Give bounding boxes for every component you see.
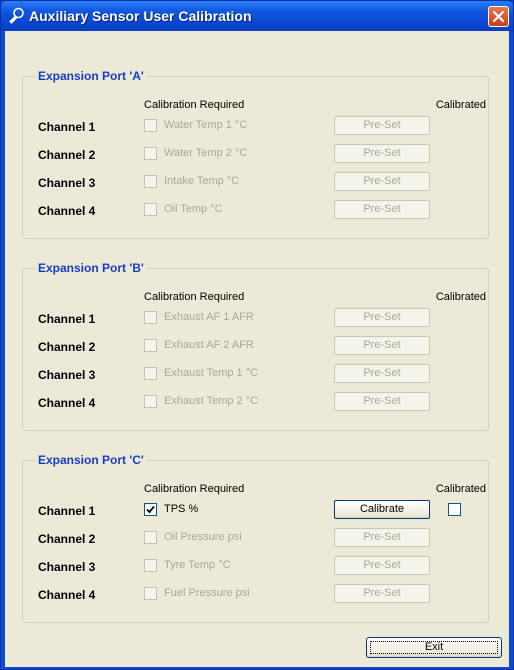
sensor-label: Water Temp 2 °C [164,147,248,159]
channel-row: Channel 2 Water Temp 2 °C Pre-Set [23,143,488,165]
channel-row: Channel 4 Oil Temp °C Pre-Set [23,199,488,221]
calibration-required-checkbox [144,531,157,544]
channel-row: Channel 3 Tyre Temp °C Pre-Set [23,555,488,577]
channel-label: Channel 1 [38,312,96,326]
sensor-label: Exhaust Temp 2 °C [164,395,259,407]
title-bar[interactable]: Auxiliary Sensor User Calibration [1,1,513,31]
channel-label: Channel 3 [38,560,96,574]
calibration-required-checkbox [144,119,157,132]
preset-button: Pre-Set [334,364,430,383]
channel-row: Channel 4 Fuel Pressure psi Pre-Set [23,583,488,605]
channel-row: Channel 1 Exhaust AF 1 AFR Pre-Set [23,307,488,329]
calibration-required-header: Calibration Required [144,483,245,495]
calibrated-header: Calibrated [435,99,486,111]
calibration-required-checkbox [144,175,157,188]
sensor-label: Fuel Pressure psi [164,587,250,599]
preset-button: Pre-Set [334,392,430,411]
calibration-required-checkbox [144,559,157,572]
channel-label: Channel 4 [38,588,96,602]
port-c-title: Expansion Port 'C' [35,452,147,468]
calibrate-button[interactable]: Calibrate [334,500,430,519]
channel-label: Channel 3 [38,368,96,382]
sensor-label: Intake Temp °C [164,175,240,187]
port-b-title: Expansion Port 'B' [35,260,147,276]
calibrated-header: Calibrated [435,483,486,495]
channel-label: Channel 2 [38,340,96,354]
preset-button: Pre-Set [334,200,430,219]
checkmark-icon [146,505,155,514]
sensor-label: Oil Pressure psi [164,531,242,543]
sensor-label: TPS % [164,503,199,515]
calibration-required-header: Calibration Required [144,99,245,111]
sensor-label: Exhaust Temp 1 °C [164,367,259,379]
calibration-required-checkbox [144,147,157,160]
preset-button: Pre-Set [334,584,430,603]
channel-row: Channel 1 TPS % Calibrate [23,499,488,521]
channel-row: Channel 2 Oil Pressure psi Pre-Set [23,527,488,549]
calibration-required-checkbox [144,587,157,600]
preset-button: Pre-Set [334,144,430,163]
sensor-label: Water Temp 1 °C [164,119,248,131]
calibration-window: Auxiliary Sensor User Calibration Expans… [0,0,514,670]
exit-label: Exit [424,641,444,653]
preset-button: Pre-Set [334,308,430,327]
channel-row: Channel 2 Exhaust AF 2 AFR Pre-Set [23,335,488,357]
preset-button: Pre-Set [334,116,430,135]
calibration-required-checkbox[interactable] [144,503,157,516]
calibrated-header: Calibrated [435,291,486,303]
window-title: Auxiliary Sensor User Calibration [29,8,252,24]
port-a-title: Expansion Port 'A' [35,68,147,84]
channel-label: Channel 4 [38,204,96,218]
channel-label: Channel 1 [38,504,96,518]
sensor-label: Exhaust AF 2 AFR [164,339,254,351]
preset-button: Pre-Set [334,172,430,191]
wrench-icon [7,7,25,25]
sensor-label: Exhaust AF 1 AFR [164,311,254,323]
calibration-required-checkbox [144,311,157,324]
exit-button[interactable]: Exit [366,637,502,658]
sensor-label: Tyre Temp °C [164,559,231,571]
port-c-group: Expansion Port 'C' Calibration Required … [22,452,489,623]
channel-row: Channel 3 Intake Temp °C Pre-Set [23,171,488,193]
port-b-group: Expansion Port 'B' Calibration Required … [22,260,489,431]
channel-row: Channel 3 Exhaust Temp 1 °C Pre-Set [23,363,488,385]
channel-label: Channel 2 [38,532,96,546]
close-icon [492,10,505,23]
calibration-required-checkbox [144,203,157,216]
sensor-label: Oil Temp °C [164,203,223,215]
channel-label: Channel 2 [38,148,96,162]
calibration-required-checkbox [144,395,157,408]
calibrated-checkbox[interactable] [448,503,461,516]
dialog-body: Expansion Port 'A' Calibration Required … [5,31,509,667]
preset-button: Pre-Set [334,528,430,547]
channel-label: Channel 4 [38,396,96,410]
calibration-required-header: Calibration Required [144,291,245,303]
channel-row: Channel 1 Water Temp 1 °C Pre-Set [23,115,488,137]
calibration-required-checkbox [144,339,157,352]
close-button[interactable] [488,6,509,27]
channel-label: Channel 3 [38,176,96,190]
port-a-group: Expansion Port 'A' Calibration Required … [22,68,489,239]
preset-button: Pre-Set [334,556,430,575]
preset-button: Pre-Set [334,336,430,355]
channel-label: Channel 1 [38,120,96,134]
calibration-required-checkbox [144,367,157,380]
channel-row: Channel 4 Exhaust Temp 2 °C Pre-Set [23,391,488,413]
